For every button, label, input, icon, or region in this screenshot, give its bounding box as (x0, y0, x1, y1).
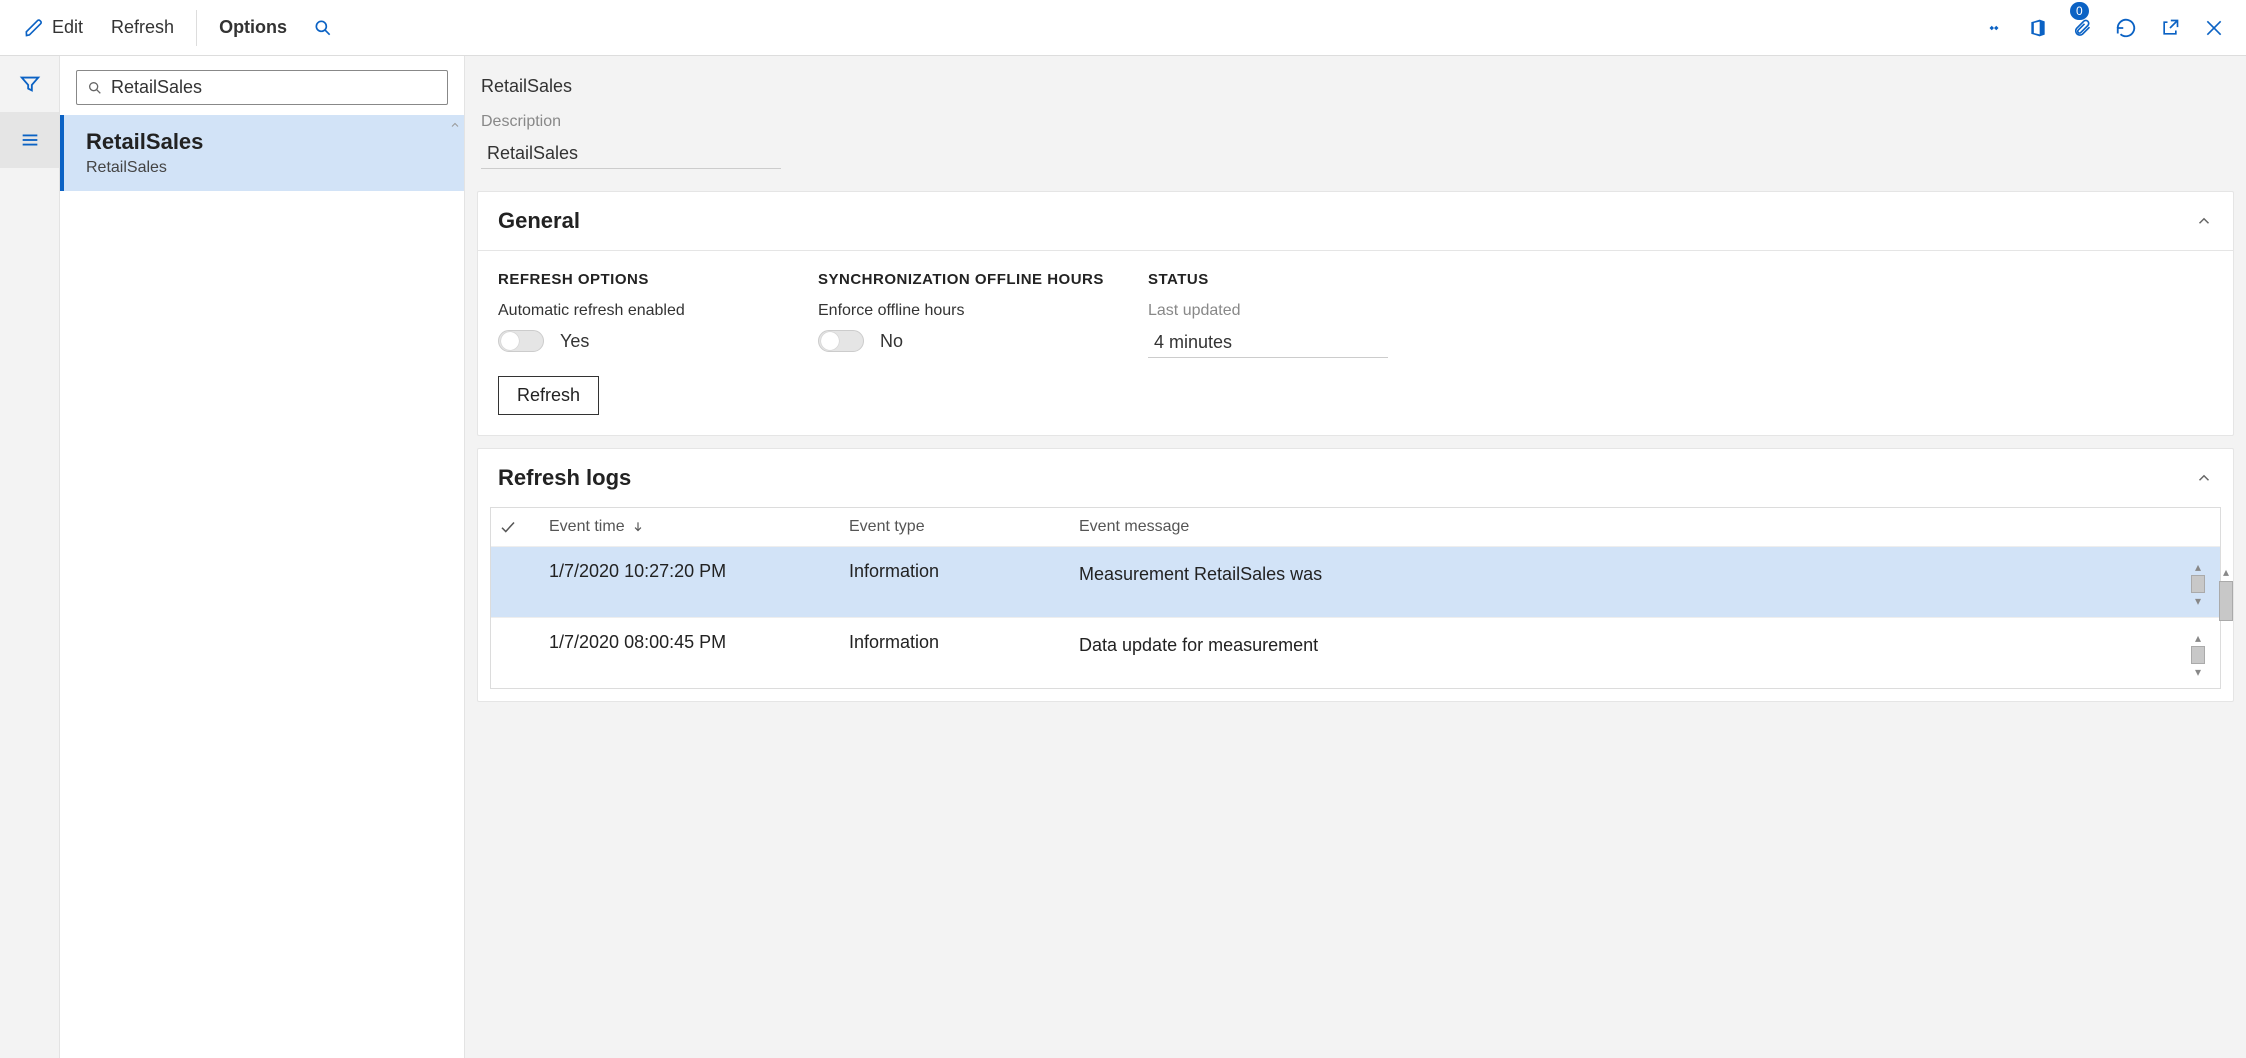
enforce-offline-toggle[interactable] (818, 330, 864, 352)
refresh-options-header: REFRESH OPTIONS (498, 271, 808, 288)
close-button[interactable] (2192, 6, 2236, 50)
chevron-up-icon (2195, 469, 2213, 487)
office-icon (2028, 17, 2048, 39)
options-command[interactable]: Options (205, 0, 301, 55)
sort-down-icon (631, 520, 645, 534)
popout-icon (2160, 18, 2180, 38)
funnel-icon (19, 73, 41, 95)
attachments-button[interactable]: 0 (2060, 6, 2104, 50)
status-header: STATUS (1148, 271, 2213, 288)
general-title: General (498, 208, 2195, 234)
detail-header: RetailSales Description RetailSales (465, 56, 2246, 179)
search-icon (87, 80, 103, 96)
search-button[interactable] (301, 6, 345, 50)
list-search[interactable] (76, 70, 448, 105)
list-search-input[interactable] (103, 77, 437, 98)
list-item[interactable]: RetailSales RetailSales (60, 115, 464, 191)
event-type-cell: Information (849, 632, 1079, 653)
command-bar: Edit Refresh Options 0 (0, 0, 2246, 56)
options-label: Options (219, 17, 287, 38)
edit-command[interactable]: Edit (10, 0, 97, 55)
refresh-command[interactable]: Refresh (97, 0, 188, 55)
general-card-header[interactable]: General (478, 192, 2233, 251)
list-rail-button[interactable] (0, 112, 59, 168)
enforce-offline-label: Enforce offline hours (818, 302, 1138, 320)
pencil-icon (24, 18, 44, 38)
refresh-page-button[interactable] (2104, 6, 2148, 50)
event-message-cell: Measurement RetailSales was (1079, 561, 2184, 588)
general-card: General REFRESH OPTIONS Automatic refres… (477, 191, 2234, 436)
enforce-offline-value: No (880, 331, 903, 352)
record-name: RetailSales (481, 76, 2230, 97)
select-all-column[interactable] (499, 518, 549, 536)
list-icon (19, 129, 41, 151)
auto-refresh-toggle[interactable] (498, 330, 544, 352)
event-message-cell: Data update for measurement (1079, 632, 2184, 659)
popout-button[interactable] (2148, 6, 2192, 50)
row-scrollbar[interactable]: ▴ ▾ (2184, 561, 2212, 607)
event-type-cell: Information (849, 561, 1079, 582)
event-time-cell: 1/7/2020 08:00:45 PM (549, 632, 849, 653)
table-row[interactable]: 1/7/2020 08:00:45 PM Information Data up… (491, 617, 2220, 688)
list-items: RetailSales RetailSales (60, 115, 464, 1058)
last-updated-label: Last updated (1148, 302, 2213, 320)
event-type-label: Event type (849, 518, 925, 536)
event-type-column[interactable]: Event type (849, 518, 1079, 536)
left-rail (0, 56, 60, 1058)
description-label: Description (481, 113, 2230, 131)
refresh-logs-title: Refresh logs (498, 465, 2195, 491)
auto-refresh-label: Automatic refresh enabled (498, 302, 808, 320)
related-links-button[interactable] (1972, 6, 2016, 50)
event-time-cell: 1/7/2020 10:27:20 PM (549, 561, 849, 582)
diamond-icon (1983, 19, 2005, 37)
description-value[interactable]: RetailSales (481, 139, 781, 169)
detail-panel: RetailSales Description RetailSales Gene… (465, 56, 2246, 1058)
check-icon (499, 518, 517, 536)
scroll-up-icon[interactable] (446, 115, 464, 135)
office-button[interactable] (2016, 6, 2060, 50)
list-item-title: RetailSales (86, 129, 446, 155)
last-updated-value: 4 minutes (1148, 330, 1388, 358)
refresh-button[interactable]: Refresh (498, 376, 599, 415)
refresh-logs-body: Event time Event type Event message (478, 507, 2233, 701)
divider (196, 10, 197, 46)
logs-scrollbar[interactable]: ▴ (2219, 565, 2233, 623)
auto-refresh-value: Yes (560, 331, 589, 352)
logs-column-header-row: Event time Event type Event message (491, 508, 2220, 546)
filter-rail-button[interactable] (0, 56, 59, 112)
refresh-logs-header[interactable]: Refresh logs (478, 449, 2233, 507)
chevron-up-icon (2195, 212, 2213, 230)
edit-label: Edit (52, 17, 83, 38)
event-message-label: Event message (1079, 518, 1189, 536)
refresh-icon (2115, 17, 2137, 39)
event-time-label: Event time (549, 518, 625, 536)
refresh-logs-card: Refresh logs Event time (477, 448, 2234, 702)
event-message-column[interactable]: Event message (1079, 518, 2184, 536)
search-icon (313, 18, 333, 38)
list-item-subtitle: RetailSales (86, 159, 446, 177)
attachments-count: 0 (2070, 2, 2089, 20)
event-time-column[interactable]: Event time (549, 518, 849, 536)
row-scrollbar[interactable]: ▴ ▾ (2184, 632, 2212, 678)
table-row[interactable]: 1/7/2020 10:27:20 PM Information Measure… (491, 546, 2220, 617)
sync-offline-header: SYNCHRONIZATION OFFLINE HOURS (818, 271, 1138, 288)
close-icon (2204, 18, 2224, 38)
list-panel: RetailSales RetailSales (60, 56, 465, 1058)
refresh-label: Refresh (111, 17, 174, 38)
